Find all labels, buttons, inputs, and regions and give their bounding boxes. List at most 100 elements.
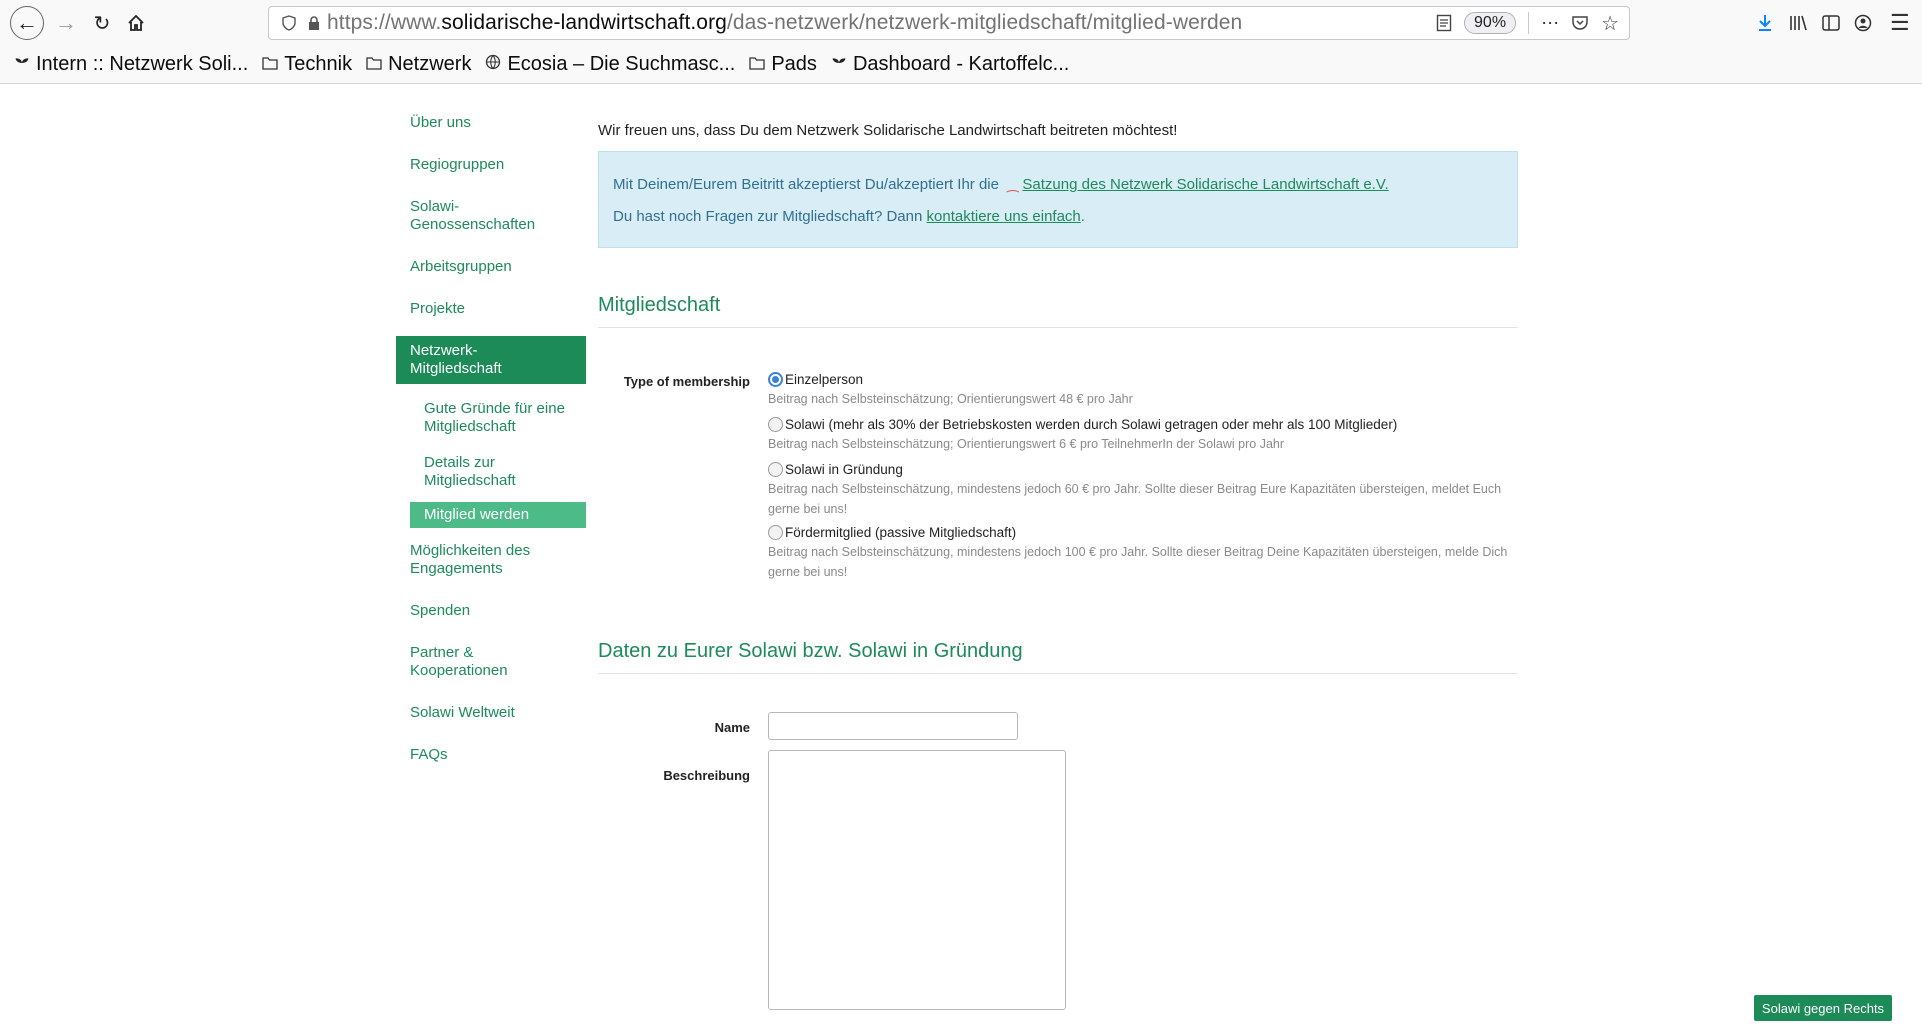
name-input[interactable]: [768, 712, 1018, 740]
bookmark-label: Intern :: Netzwerk Soli...: [36, 53, 249, 75]
home-icon: [128, 14, 144, 31]
sidebar-item-arbeitsgruppen[interactable]: Arbeitsgruppen: [396, 254, 586, 280]
sidebar-item-ueber-uns[interactable]: Über uns: [396, 110, 586, 136]
hamburger-menu-icon[interactable]: ☰: [1890, 10, 1910, 36]
sidebar-item-solawi-genossenschaften[interactable]: Solawi- Genossenschaften: [396, 194, 586, 238]
pdf-icon: ⁔: [1007, 176, 1019, 192]
sidebar-item-projekte[interactable]: Projekte: [396, 296, 586, 322]
radio-option-line: Fördermitglied (passive Mitgliedschaft): [768, 525, 1508, 540]
sidebar-item-partner[interactable]: Partner & Kooperationen: [396, 640, 586, 684]
url-domain: solidarische-landwirtschaft.org: [441, 11, 727, 34]
url-text[interactable]: https://www.solidarische-landwirtschaft.…: [327, 11, 1242, 35]
pocket-icon[interactable]: [1571, 15, 1589, 31]
radio-option-line: Solawi in Gründung: [768, 462, 1508, 477]
download-icon[interactable]: [1756, 13, 1774, 33]
membership-radio[interactable]: [768, 462, 783, 477]
name-label: Name: [714, 720, 750, 735]
sprout-icon: [831, 55, 847, 75]
membership-option-label[interactable]: Solawi (mehr als 30% der Betriebskosten …: [785, 417, 1397, 432]
solawi-gegen-rechts-button[interactable]: Solawi gegen Rechts: [1754, 995, 1892, 1021]
lock-icon: [309, 16, 319, 30]
bookmark-item[interactable]: Dashboard - Kartoffelc...: [831, 53, 1069, 76]
url-bar-actions: 90% ⋯ ☆: [1436, 7, 1619, 39]
bookmark-item[interactable]: Ecosia – Die Suchmasc...: [485, 53, 735, 76]
folder-icon: [262, 55, 278, 75]
section-title-solawi-daten: Daten zu Eurer Solawi bzw. Solawi in Grü…: [598, 640, 1518, 674]
zoom-indicator[interactable]: 90%: [1464, 12, 1517, 34]
folder-icon: [366, 55, 382, 75]
membership-option-help: Beitrag nach Selbsteinschätzung, mindest…: [768, 482, 1502, 516]
page-actions-icon[interactable]: ⋯: [1541, 13, 1559, 34]
info-text-1: Mit Deinem/Eurem Beitritt akzeptierst Du…: [613, 176, 999, 193]
home-button[interactable]: [120, 7, 152, 39]
bookmark-item[interactable]: Netzwerk: [366, 53, 471, 76]
beschreibung-label: Beschreibung: [663, 768, 750, 783]
membership-option: Solawi in Gründung Beitrag nach Selbstein…: [768, 462, 1508, 519]
toolbar-right-icons: ☰: [1756, 6, 1910, 40]
bookmark-label: Dashboard - Kartoffelc...: [852, 53, 1070, 75]
sidebar-item-netzwerk-mitgliedschaft[interactable]: Netzwerk- Mitgliedschaft: [396, 336, 586, 384]
sidebar-nav: Über uns Regiogruppen Solawi- Genossensc…: [396, 110, 586, 768]
arrow-right-icon: →: [55, 10, 77, 35]
forward-button[interactable]: →: [50, 7, 82, 39]
membership-option-label[interactable]: Einzelperson: [785, 372, 863, 387]
bookmark-label: Netzwerk: [388, 53, 472, 75]
library-icon[interactable]: [1788, 14, 1808, 32]
sidebar-item-faqs[interactable]: FAQs: [396, 742, 586, 768]
membership-option-label[interactable]: Solawi in Gründung: [785, 462, 903, 477]
sidebar-item-spenden[interactable]: Spenden: [396, 598, 586, 624]
contact-link[interactable]: kontaktiere uns einfach: [927, 208, 1081, 225]
divider: [1528, 12, 1530, 34]
satzung-link[interactable]: Satzung des Netzwerk Solidarische Landwi…: [1022, 176, 1388, 193]
globe-icon: [485, 54, 501, 75]
membership-radio[interactable]: [768, 372, 783, 387]
bookmarks-toolbar: Intern :: Netzwerk Soli... Technik Netzwer…: [0, 46, 1922, 84]
membership-radio[interactable]: [768, 417, 783, 432]
arrow-left-icon: ←: [16, 10, 38, 35]
sidebar-subitem-mitglied-werden[interactable]: Mitglied werden: [410, 502, 586, 528]
account-icon[interactable]: [1854, 14, 1872, 32]
bookmark-item[interactable]: Technik: [262, 53, 352, 76]
membership-option: Fördermitglied (passive Mitgliedschaft) B…: [768, 525, 1508, 582]
beschreibung-textarea[interactable]: [768, 750, 1066, 1010]
intro-text: Wir freuen uns, dass Du dem Netzwerk Sol…: [598, 122, 1178, 139]
membership-type-label: Type of membership: [623, 374, 750, 389]
radio-option-line: Solawi (mehr als 30% der Betriebskosten …: [768, 417, 1508, 432]
membership-option: Einzelperson Beitrag nach Selbsteinschätz…: [768, 372, 1508, 409]
bookmark-item[interactable]: Pads: [749, 53, 817, 76]
sidebar-toggle-icon[interactable]: [1822, 15, 1840, 31]
sidebar-item-engagement[interactable]: Möglichkeiten des Engagements: [396, 538, 586, 582]
shield-icon: [282, 15, 296, 31]
back-button[interactable]: ←: [10, 6, 44, 40]
bookmark-star-icon[interactable]: ☆: [1601, 11, 1619, 36]
folder-icon: [749, 55, 765, 75]
membership-form-row: Type of membership Einzelperson Beitrag n…: [598, 328, 1518, 618]
info-line-2: Du hast noch Fragen zur Mitgliedschaft? …: [613, 201, 1503, 233]
membership-options: Einzelperson Beitrag nach Selbsteinschätz…: [768, 372, 1508, 588]
membership-option-help: Beitrag nach Selbsteinschätzung; Orienti…: [768, 437, 1285, 451]
bookmark-item[interactable]: Intern :: Netzwerk Soli...: [14, 53, 248, 76]
info-text-2: Du hast noch Fragen zur Mitgliedschaft? …: [613, 208, 923, 225]
bookmark-label: Ecosia – Die Suchmasc...: [507, 53, 736, 75]
solawi-data-form: Name Beschreibung: [598, 674, 1518, 1034]
sidebar-subitem-gute-gruende[interactable]: Gute Gründe für eine Mitgliedschaft: [396, 396, 586, 440]
sidebar-item-solawi-weltweit[interactable]: Solawi Weltweit: [396, 700, 586, 726]
url-bar[interactable]: https://www.solidarische-landwirtschaft.…: [268, 6, 1630, 40]
sidebar-item-regiogruppen[interactable]: Regiogruppen: [396, 152, 586, 178]
membership-option-help: Beitrag nach Selbsteinschätzung, mindest…: [768, 545, 1508, 579]
section-title-mitgliedschaft: Mitgliedschaft: [598, 294, 1518, 328]
info-box: Mit Deinem/Eurem Beitritt akzeptierst Du…: [598, 151, 1518, 248]
membership-option: Solawi (mehr als 30% der Betriebskosten …: [768, 417, 1508, 454]
info-line-1: Mit Deinem/Eurem Beitritt akzeptierst Du…: [613, 168, 1503, 201]
url-scheme: https://www.: [327, 11, 442, 34]
membership-option-help: Beitrag nach Selbsteinschätzung; Orienti…: [768, 392, 1133, 406]
sidebar-subitem-details[interactable]: Details zur Mitgliedschaft: [396, 450, 586, 494]
radio-option-line: Einzelperson: [768, 372, 1508, 387]
reload-button[interactable]: ↻: [86, 7, 118, 39]
url-path: /das-netzwerk/netzwerk-mitgliedschaft/mi…: [726, 11, 1243, 34]
membership-radio[interactable]: [768, 525, 783, 540]
membership-option-label[interactable]: Fördermitglied (passive Mitgliedschaft): [785, 525, 1016, 540]
reload-icon: ↻: [93, 12, 111, 35]
reader-view-icon[interactable]: [1436, 14, 1452, 32]
bookmark-label: Technik: [284, 53, 353, 75]
